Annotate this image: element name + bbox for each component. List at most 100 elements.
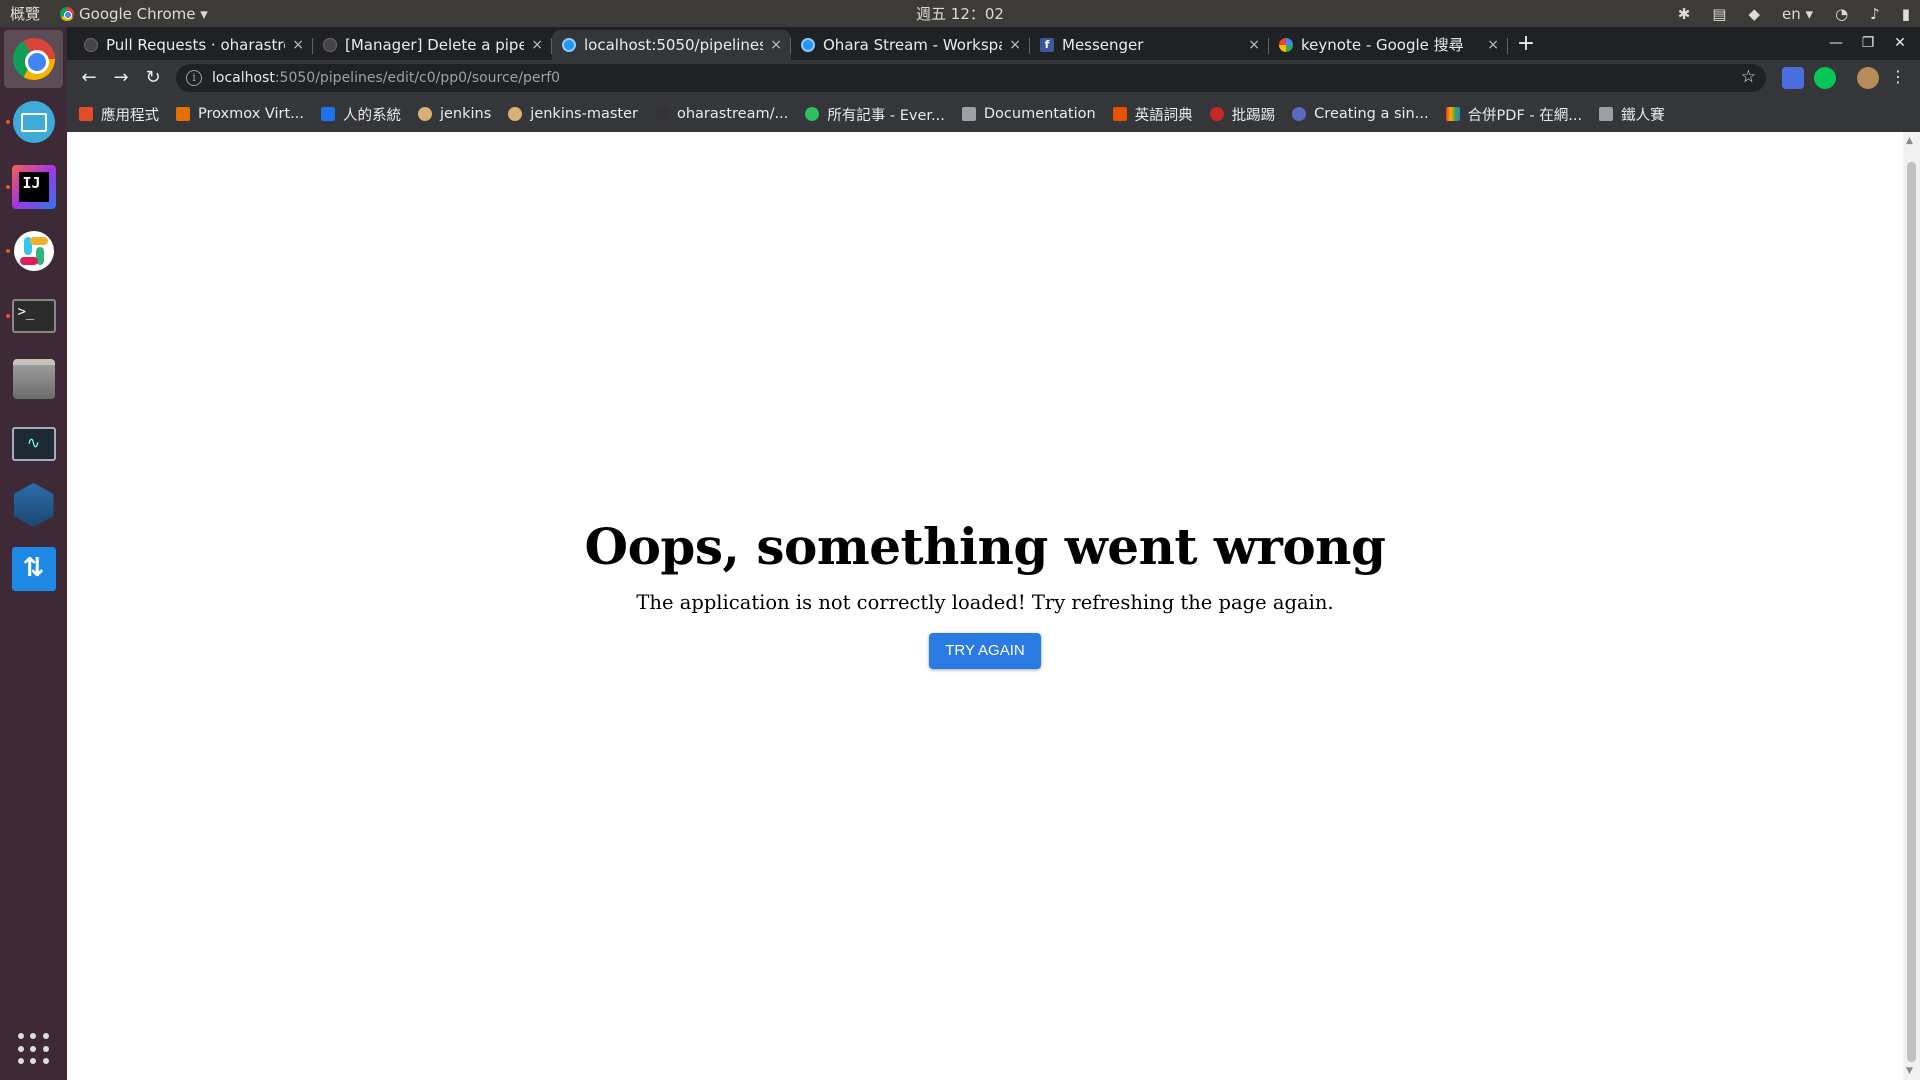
app-menu[interactable]: Google Chrome ▾: [60, 5, 208, 23]
dock-files[interactable]: [4, 350, 63, 408]
tab-close-icon[interactable]: ×: [1009, 30, 1021, 60]
line-extension-icon[interactable]: [1814, 67, 1836, 89]
browser-toolbar: ← → ↻ i localhost :5050/pipelines/edit/c…: [67, 60, 1920, 96]
documentation-icon: [961, 107, 976, 121]
bookmark-item[interactable]: 應用程式: [79, 104, 159, 125]
address-bar[interactable]: i localhost :5050/pipelines/edit/c0/pp0/…: [176, 64, 1766, 92]
apps-icon: [79, 107, 93, 121]
back-button[interactable]: ←: [73, 62, 105, 94]
new-tab-button[interactable]: +: [1511, 30, 1541, 60]
page-viewport: Oops, something went wrong The applicati…: [67, 132, 1903, 1080]
tab-title: localhost:5050/pipelines/: [584, 36, 763, 54]
running-indicator: [6, 185, 10, 189]
evernote-icon: [805, 107, 820, 121]
tab-pull-requests[interactable]: Pull Requests · oharastream ×: [74, 30, 313, 60]
bookmark-item[interactable]: Proxmox Virt...: [176, 106, 304, 122]
bookmark-item[interactable]: Documentation: [961, 106, 1096, 122]
minimize-button[interactable]: —: [1820, 27, 1852, 60]
files-icon: [12, 359, 55, 399]
github-icon: [654, 107, 669, 121]
jenkins-icon: [417, 107, 432, 121]
bookmark-item[interactable]: 批踢踢: [1209, 104, 1275, 125]
dock-chrome[interactable]: [4, 30, 63, 88]
reload-button[interactable]: ↻: [137, 62, 169, 94]
translate-extension-icon[interactable]: [1782, 67, 1804, 89]
system-monitor-icon: ∿: [11, 427, 56, 461]
menu-icon[interactable]: ⋮: [1890, 67, 1906, 86]
running-indicator: [6, 249, 10, 253]
bookmark-item[interactable]: 所有記事 - Ever...: [805, 104, 945, 125]
language-indicator[interactable]: en ▾: [1782, 5, 1813, 23]
tab-ohara-workspace[interactable]: Ohara Stream - Workspace ×: [791, 30, 1030, 60]
scrollbar-thumb[interactable]: [1907, 162, 1916, 1062]
forward-button[interactable]: →: [105, 62, 137, 94]
system-tray: ✱ ▤ ◆ en ▾ ◔ ♪ ▮: [1678, 0, 1910, 27]
page-scrollbar[interactable]: ▲ ▼: [1903, 132, 1920, 1080]
grid-icon: [17, 1033, 50, 1065]
bookmark-star-icon[interactable]: ☆: [1741, 67, 1756, 87]
tab-title: [Manager] Delete a pipeline: [345, 36, 524, 54]
url-host: localhost: [212, 70, 275, 86]
slack-tray-icon[interactable]: ✱: [1678, 5, 1691, 23]
jenkins-icon: [508, 107, 523, 121]
scroll-up-arrow[interactable]: ▲: [1906, 136, 1913, 146]
dropbox-tray-icon[interactable]: ◆: [1748, 5, 1760, 23]
dictionary-icon: [1112, 107, 1127, 121]
ptt-icon: [1209, 107, 1224, 121]
bookmark-item[interactable]: 人的系統: [320, 104, 401, 125]
top-panel: 概覽 Google Chrome ▾ 週五 12：02 ✱ ▤ ◆ en ▾ ◔…: [0, 0, 1920, 27]
tab-localhost-pipelines[interactable]: localhost:5050/pipelines/ ×: [552, 30, 791, 60]
dock-intellij[interactable]: IJ: [4, 158, 63, 216]
tab-title: keynote - Google 搜尋: [1301, 36, 1464, 54]
github-icon: [84, 38, 98, 52]
bookmarks-bar: 應用程式 Proxmox Virt... 人的系統 jenkins jenkin…: [67, 96, 1920, 132]
clock[interactable]: 週五 12：02: [0, 3, 1920, 24]
pdf-icon: [1445, 107, 1460, 121]
ohara-icon: [562, 38, 576, 52]
tab-close-icon[interactable]: ×: [770, 30, 782, 60]
volume-icon[interactable]: ♪: [1870, 5, 1880, 23]
bookmark-item[interactable]: 合併PDF - 在網...: [1445, 104, 1582, 125]
restore-button[interactable]: ❐: [1852, 27, 1884, 60]
bookmark-item[interactable]: Creating a sin...: [1292, 106, 1429, 122]
tab-close-icon[interactable]: ×: [1487, 30, 1499, 60]
dock-terminal[interactable]: >_: [4, 287, 63, 345]
show-applications-button[interactable]: [4, 1020, 63, 1078]
url-path: :5050/pipelines/edit/c0/pp0/source/perf0: [274, 70, 561, 86]
google-icon: [1279, 38, 1293, 52]
notes-tray-icon[interactable]: ▤: [1712, 5, 1726, 23]
bookmark-item[interactable]: jenkins: [417, 106, 491, 122]
proxmox-icon: [176, 107, 190, 121]
tab-close-icon[interactable]: ×: [1248, 30, 1260, 60]
tab-strip: Pull Requests · oharastream × [Manager] …: [67, 27, 1920, 60]
tab-delete-pipeline[interactable]: [Manager] Delete a pipeline ×: [313, 30, 552, 60]
site-info-icon[interactable]: i: [186, 70, 202, 86]
system-icon: [320, 107, 335, 121]
github-icon: [323, 38, 337, 52]
bookmark-item[interactable]: oharastream/...: [654, 106, 788, 122]
dock-transfer[interactable]: ⇅: [4, 540, 63, 598]
dock: IJ >_ ∿ ⇅: [0, 27, 67, 1080]
dock-slack[interactable]: [4, 222, 63, 280]
activities-button[interactable]: 概覽: [0, 3, 50, 24]
bookmark-item[interactable]: 英語詞典: [1112, 104, 1193, 125]
close-window-button[interactable]: ✕: [1884, 27, 1916, 60]
bookmark-item[interactable]: jenkins-master: [508, 106, 638, 122]
tab-close-icon[interactable]: ×: [292, 30, 304, 60]
try-again-button[interactable]: TRY AGAIN: [929, 633, 1041, 669]
dock-virtualbox[interactable]: [4, 476, 63, 534]
scroll-down-arrow[interactable]: ▼: [1906, 1066, 1913, 1076]
dock-system-monitor[interactable]: ∿: [4, 415, 63, 473]
tab-keynote-google[interactable]: keynote - Google 搜尋 ×: [1269, 30, 1508, 60]
dock-mail[interactable]: [4, 93, 63, 151]
battery-icon[interactable]: ▮: [1902, 5, 1910, 23]
tab-close-icon[interactable]: ×: [531, 30, 543, 60]
running-indicator: [6, 120, 10, 124]
facebook-icon: f: [1040, 38, 1054, 52]
folder-icon: [1599, 107, 1614, 121]
profile-avatar[interactable]: [1857, 67, 1879, 89]
error-message-container: Oops, something went wrong The applicati…: [67, 517, 1903, 669]
tab-messenger[interactable]: f Messenger ×: [1030, 30, 1269, 60]
bookmark-folder[interactable]: 鐵人賽: [1599, 104, 1665, 125]
wifi-icon[interactable]: ◔: [1835, 5, 1848, 23]
